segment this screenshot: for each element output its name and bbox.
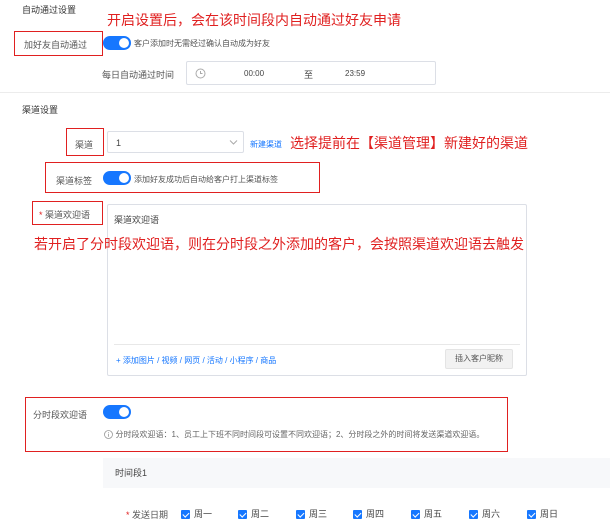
welcome-annotation: 若开启了分时段欢迎语，则在分时段之外添加的客户，会按照渠道欢迎语去触发 <box>34 236 524 252</box>
timed-welcome-hint-row: 分时段欢迎语：1、员工上下班不同时间段可设置不同欢迎语；2、分时段之外的时间将发… <box>104 429 484 440</box>
channel-select[interactable]: 1 <box>107 131 244 153</box>
welcome-label: * 渠道欢迎语 <box>39 210 91 220</box>
chevron-down-icon <box>229 140 238 145</box>
welcome-text[interactable]: 渠道欢迎语 <box>114 213 159 226</box>
auto-approve-label: 加好友自动通过 <box>24 40 88 50</box>
timed-welcome-toggle[interactable] <box>103 405 131 419</box>
channel-tag-label: 渠道标签 <box>56 176 93 186</box>
channel-tag-hint: 添加好友成功后自动给客户打上渠道标签 <box>134 175 278 184</box>
day-checkbox-fri[interactable]: 周五 <box>411 507 442 520</box>
new-channel-link[interactable]: 新建渠道 <box>250 139 282 150</box>
checkbox-icon <box>238 510 247 520</box>
day-checkbox-sat[interactable]: 周六 <box>469 507 500 520</box>
day-checkbox-sun[interactable]: 周日 <box>527 507 558 520</box>
info-icon <box>104 430 113 440</box>
channel-label: 渠道 <box>75 140 94 150</box>
channel-annotation: 选择提前在【渠道管理】新建好的渠道 <box>290 135 528 151</box>
time-separator: 至 <box>304 70 314 80</box>
auto-approve-toggle[interactable] <box>103 36 131 50</box>
time-start[interactable]: 00:00 <box>244 69 264 78</box>
checkbox-icon <box>469 510 478 520</box>
day-checkbox-mon[interactable]: 周一 <box>181 507 212 520</box>
day-checkbox-wed[interactable]: 周三 <box>296 507 327 520</box>
time-period-title: 时间段1 <box>115 468 148 478</box>
channel-section-title: 渠道设置 <box>22 105 59 115</box>
checkbox-icon <box>181 510 190 520</box>
timed-welcome-hint: 分时段欢迎语：1、员工上下班不同时间段可设置不同欢迎语；2、分时段之外的时间将发… <box>115 430 485 439</box>
checkbox-icon <box>353 510 362 520</box>
toolbar-divider <box>114 344 520 345</box>
day-checkbox-thu[interactable]: 周四 <box>353 507 384 520</box>
channel-tag-toggle[interactable] <box>103 171 131 185</box>
welcome-textarea[interactable]: 渠道欢迎语 + 添加图片 / 视频 / 网页 / 活动 / 小程序 / 商品 插… <box>107 204 527 376</box>
day-checkbox-tue[interactable]: 周二 <box>238 507 269 520</box>
checkbox-icon <box>411 510 420 520</box>
section-divider <box>0 92 610 93</box>
timed-welcome-label: 分时段欢迎语 <box>33 410 88 420</box>
auto-approve-section-title: 自动通过设置 <box>22 5 77 15</box>
auto-approve-hint: 客户添加时无需经过确认自动成为好友 <box>134 39 270 48</box>
insert-nickname-button[interactable]: 插入客户昵称 <box>445 349 513 369</box>
checkbox-icon <box>527 510 536 520</box>
channel-select-value: 1 <box>116 138 122 148</box>
checkbox-icon <box>296 510 305 520</box>
auto-approve-time-label: 每日自动通过时间 <box>102 70 175 80</box>
send-date-label: * 发送日期 <box>126 510 169 520</box>
clock-icon <box>195 68 206 79</box>
time-end[interactable]: 23:59 <box>345 69 365 78</box>
timed-welcome-highlight <box>25 397 508 452</box>
auto-approve-time-range[interactable]: 00:00 至 23:59 <box>186 61 436 85</box>
auto-approve-annotation: 开启设置后，会在该时间段内自动通过好友申请 <box>107 12 401 28</box>
attach-link[interactable]: + 添加图片 / 视频 / 网页 / 活动 / 小程序 / 商品 <box>116 355 276 366</box>
